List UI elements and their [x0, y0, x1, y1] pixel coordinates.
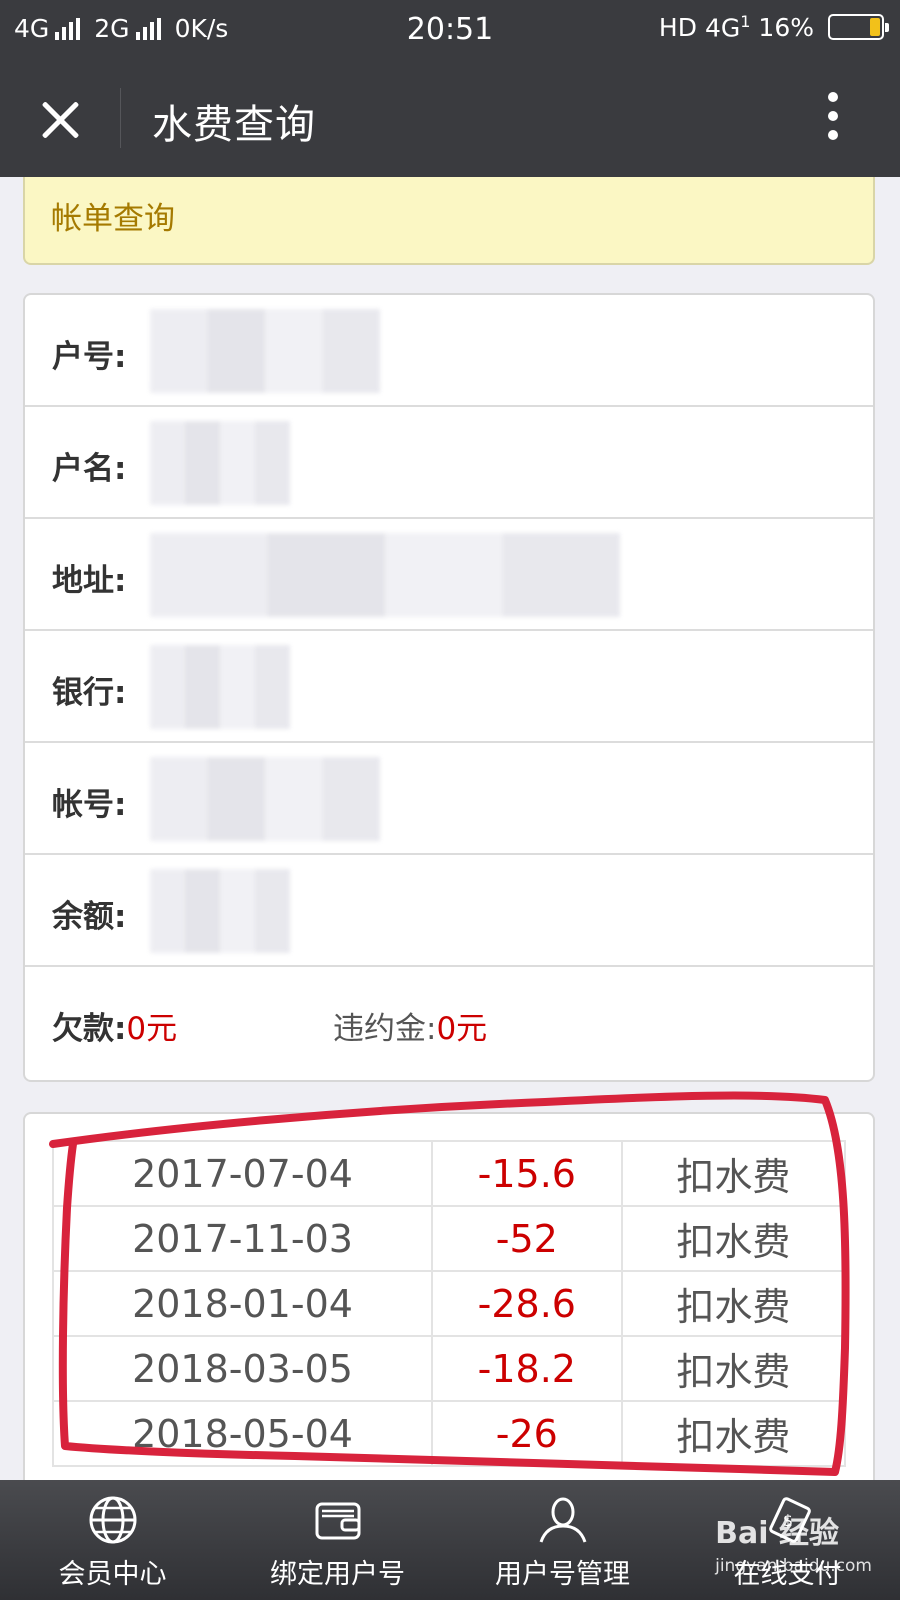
transactions-card: 2017-07-04 -15.6 扣水费 2017-11-03 -52 扣水费 … [23, 1112, 875, 1492]
network-right-sup: 1 [740, 12, 751, 31]
info-label: 户名: [52, 451, 127, 487]
info-label: 银行: [52, 675, 127, 711]
info-label: 地址: [52, 563, 127, 599]
transaction-type: 扣水费 [620, 1400, 847, 1467]
transaction-amount: -26 [431, 1400, 623, 1467]
watermark-sub: jingyan.baidu.com [715, 1556, 872, 1576]
baidu-watermark: Bai 经验 jingyan.baidu.com [715, 1508, 872, 1576]
penalty-field: 违约金:0元 [333, 1003, 487, 1048]
info-label: 帐号: [52, 787, 127, 823]
transaction-date: 2018-05-04 [52, 1400, 433, 1467]
banner-label: 帐单查询 [51, 201, 175, 237]
status-right: HD 4G1 16% [658, 12, 889, 42]
battery-icon [828, 14, 889, 41]
info-row-balance: 余额: [25, 855, 873, 967]
redacted-value [150, 645, 290, 729]
more-options-icon[interactable] [826, 92, 840, 144]
transaction-type: 扣水费 [620, 1205, 847, 1272]
transaction-date: 2018-03-05 [52, 1335, 433, 1402]
info-row-account-name: 户名: [25, 407, 873, 519]
redacted-value [150, 757, 380, 841]
wallet-icon [315, 1502, 360, 1540]
user-icon [539, 1497, 586, 1543]
transaction-amount: -52 [431, 1205, 623, 1272]
penalty-label: 违约金: [333, 1011, 437, 1047]
globe-icon [89, 1496, 136, 1544]
transactions-table: 2017-07-04 -15.6 扣水费 2017-11-03 -52 扣水费 … [52, 1140, 847, 1467]
redacted-value [150, 533, 620, 617]
debt-value: 0元 [126, 1011, 178, 1047]
transaction-amount: -28.6 [431, 1270, 623, 1337]
table-row: 2017-11-03 -52 扣水费 [52, 1205, 847, 1272]
transaction-date: 2017-11-03 [52, 1205, 433, 1272]
info-row-account-number: 户号: [25, 295, 873, 407]
info-label: 户号: [52, 339, 127, 375]
table-row: 2018-05-04 -26 扣水费 [52, 1400, 847, 1467]
transaction-date: 2017-07-04 [52, 1140, 433, 1207]
redacted-value [150, 309, 380, 393]
table-row: 2017-07-04 -15.6 扣水费 [52, 1140, 847, 1207]
transaction-amount: -15.6 [431, 1140, 623, 1207]
tab-account-management[interactable]: 用户号管理 [450, 1480, 675, 1600]
nav-divider [120, 88, 121, 148]
battery-percent: 16% [758, 12, 814, 42]
info-label: 余额: [52, 899, 127, 935]
watermark-text: Bai 经验 [715, 1516, 839, 1551]
redacted-value [150, 421, 290, 505]
info-row-address: 地址: [25, 519, 873, 631]
debt-label: 欠款: [52, 1011, 127, 1047]
tab-label: 会员中心 [58, 1559, 167, 1590]
close-icon[interactable] [30, 90, 90, 150]
network-right-text: 4G [704, 13, 741, 43]
tab-label: 用户号管理 [495, 1559, 630, 1590]
table-row: 2018-03-05 -18.2 扣水费 [52, 1335, 847, 1402]
page-title: 水费查询 [152, 102, 316, 148]
status-bar: 4G 2G 0K/s 20:51 HD 4G1 16% [0, 0, 900, 60]
network-label-right: 4G1 [705, 12, 750, 42]
info-row-bank: 银行: [25, 631, 873, 743]
nav-bar: 水费查询 [0, 60, 900, 177]
bill-query-banner[interactable]: 帐单查询 [23, 177, 875, 265]
transaction-type: 扣水费 [620, 1140, 847, 1207]
redacted-value [150, 869, 290, 953]
account-info-card: 户号: 户名: 地址: 银行: 帐号: 余额: 欠款:0元 违约金:0元 [23, 293, 875, 1082]
debt-field: 欠款:0元 [52, 1003, 177, 1048]
transaction-date: 2018-01-04 [52, 1270, 433, 1337]
transaction-amount: -18.2 [431, 1335, 623, 1402]
tab-label: 绑定用户号 [270, 1559, 405, 1590]
tab-bind-account[interactable]: 绑定用户号 [225, 1480, 450, 1600]
penalty-value: 0元 [436, 1011, 488, 1047]
transaction-type: 扣水费 [620, 1335, 847, 1402]
transaction-type: 扣水费 [620, 1270, 847, 1337]
hd-label: HD [658, 12, 697, 42]
info-row-bank-account: 帐号: [25, 743, 873, 855]
info-row-debt: 欠款:0元 违约金:0元 [25, 967, 873, 1079]
table-row: 2018-01-04 -28.6 扣水费 [52, 1270, 847, 1337]
tab-member-center[interactable]: 会员中心 [0, 1480, 225, 1600]
